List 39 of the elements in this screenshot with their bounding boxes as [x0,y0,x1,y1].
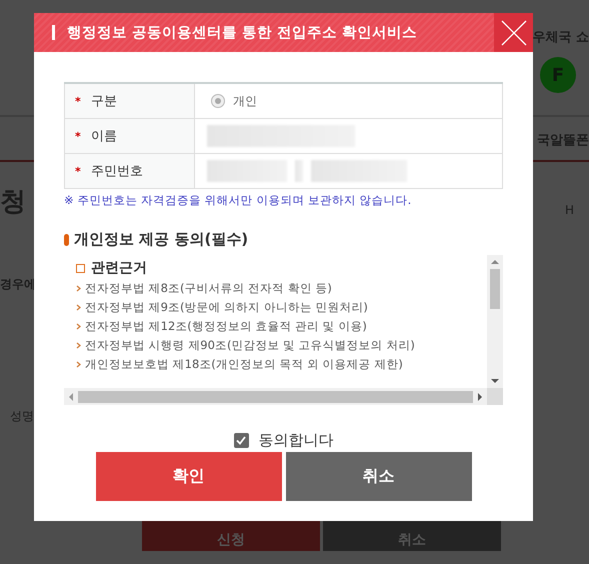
right-arrow-icon[interactable] [477,392,483,400]
required-mark: * [75,130,81,142]
cancel-button[interactable]: 취소 [286,452,472,501]
scrollbar-corner [487,388,503,405]
title-bar-mark [52,25,55,40]
up-arrow-icon[interactable] [491,259,499,265]
section-marker [64,234,69,246]
chevron-icon [76,361,81,368]
chevron-icon [76,342,81,349]
down-arrow-icon[interactable] [491,378,499,384]
law-item: 전자정부법 제9조(방문에 의하지 아니하는 민원처리) [85,300,368,315]
chevron-icon [76,323,81,330]
law-item: 전자정부법 제12조(행정정보의 효율적 관리 및 이용) [85,319,367,334]
radio-button[interactable] [211,94,225,108]
field-label: 구분 [90,93,117,110]
law-item: 개인정보보호법 제18조(개인정보의 목적 외 이용제공 제한) [85,357,403,372]
horizontal-scrollbar[interactable] [64,388,487,405]
left-arrow-icon[interactable] [68,392,74,400]
consent-heading: 관련근거 [91,259,147,277]
chevron-icon [76,304,81,311]
law-item: 전자정부법 제8조(구비서류의 전자적 확인 등) [85,281,332,296]
scrollbar-thumb[interactable] [78,390,473,402]
radio-label: 개인 [233,92,257,110]
scrollbar-thumb[interactable] [490,269,500,309]
field-label: 주민번호 [90,163,143,180]
required-mark: * [75,94,81,108]
notice-text: ※ 주민번호는 자격검증을 위해서만 이용되며 보관하지 않습니다. [64,193,412,208]
confirm-button[interactable]: 확인 [96,452,282,501]
chevron-icon [76,285,81,292]
square-icon [76,264,85,272]
close-button[interactable] [494,13,533,52]
agree-checkbox[interactable] [234,433,248,448]
dialog-title: 행정정보 공동이용센터를 통한 전입주소 확인서비스 [67,24,418,42]
agree-label: 동의합니다 [258,431,334,450]
field-label: 이름 [90,128,117,145]
law-item: 전자정부법 시행령 제90조(민감정보 및 고유식별정보의 처리) [85,338,415,353]
required-mark: * [75,164,81,178]
vertical-scrollbar[interactable] [487,255,503,388]
section-title: 개인정보 제공 동의(필수) [74,230,248,249]
